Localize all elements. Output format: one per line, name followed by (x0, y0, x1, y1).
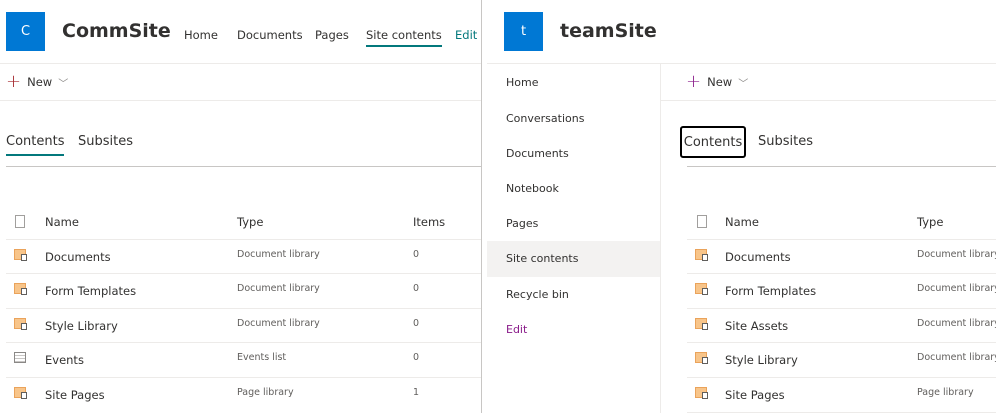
row-divider (6, 377, 481, 378)
row-name[interactable]: Documents (725, 250, 791, 264)
row-items: 0 (413, 352, 420, 363)
row-name[interactable]: Form Templates (45, 284, 136, 298)
calendar-list-icon (14, 352, 26, 363)
library-icon (14, 249, 27, 261)
library-icon (14, 283, 27, 295)
column-items[interactable]: Items (413, 215, 445, 229)
row-type: Document library (237, 283, 320, 294)
nav-edit[interactable]: Edit (455, 28, 477, 42)
nav-documents[interactable]: Documents (237, 28, 303, 42)
row-name[interactable]: Site Assets (725, 319, 788, 333)
tab-subsites[interactable]: Subsites (758, 134, 813, 149)
library-icon (14, 318, 27, 330)
row-type: Events list (237, 352, 287, 363)
divider (0, 100, 481, 101)
row-divider (687, 273, 996, 274)
tab-subsites[interactable]: Subsites (78, 134, 133, 149)
column-name[interactable]: Name (45, 215, 79, 229)
row-divider (6, 273, 481, 274)
column-type[interactable]: Type (237, 215, 263, 229)
new-button[interactable]: + New ﹀ (6, 73, 68, 91)
divider (6, 166, 481, 167)
chevron-down-icon: ﹀ (738, 78, 749, 90)
library-icon (14, 387, 27, 399)
new-button[interactable]: + New ﹀ (686, 73, 748, 91)
sidebar-item-pages[interactable]: Pages (506, 217, 538, 230)
row-type: Document library (917, 283, 996, 294)
logo-letter: t (520, 24, 527, 39)
sidebar-item-documents[interactable]: Documents (506, 147, 569, 160)
column-name[interactable]: Name (725, 215, 759, 229)
tab-contents[interactable]: Contents (6, 134, 65, 156)
row-name[interactable]: Events (45, 353, 84, 367)
row-type: Document library (237, 318, 320, 329)
divider (487, 63, 996, 64)
row-items: 0 (413, 318, 420, 329)
library-icon (695, 352, 708, 364)
row-type: Document library (917, 352, 996, 363)
row-divider (687, 308, 996, 309)
nav-pages[interactable]: Pages (315, 28, 349, 42)
panel-divider (481, 0, 482, 413)
column-type[interactable]: Type (917, 215, 943, 229)
chevron-down-icon: ﹀ (58, 78, 69, 90)
row-type: Page library (917, 387, 974, 398)
plus-icon: + (686, 71, 702, 92)
sidebar-item-conversations[interactable]: Conversations (506, 112, 584, 125)
library-icon (695, 387, 708, 399)
row-items: 0 (413, 283, 420, 294)
new-label: New (707, 75, 733, 89)
tab-contents[interactable]: Contents (680, 126, 746, 158)
sidebar-border (660, 64, 661, 413)
site-logo[interactable]: C (6, 12, 45, 51)
library-icon (695, 283, 708, 295)
sidebar-item-recycle-bin[interactable]: Recycle bin (506, 288, 569, 301)
nav-site-contents[interactable]: Site contents (366, 28, 442, 47)
row-divider (6, 308, 481, 309)
library-icon (695, 318, 708, 330)
row-name[interactable]: Style Library (45, 319, 118, 333)
row-name[interactable]: Site Pages (725, 388, 785, 402)
row-name[interactable]: Style Library (725, 353, 798, 367)
new-label: New (27, 75, 53, 89)
plus-icon: + (6, 71, 22, 92)
sidebar-item-home[interactable]: Home (506, 76, 538, 89)
sidebar-item-edit[interactable]: Edit (506, 323, 527, 336)
site-title[interactable]: teamSite (560, 20, 657, 42)
site-logo[interactable]: t (504, 12, 543, 51)
divider (687, 166, 996, 167)
sidebar-item-site-contents[interactable]: Site contents (506, 252, 578, 265)
logo-letter: C (20, 24, 31, 39)
row-type: Document library (917, 249, 996, 260)
row-divider (687, 239, 996, 240)
divider (661, 100, 996, 101)
row-divider (687, 342, 996, 343)
row-items: 1 (413, 387, 420, 398)
row-items: 0 (413, 249, 420, 260)
row-divider (687, 377, 996, 378)
row-type: Document library (917, 318, 996, 329)
site-title[interactable]: CommSite (62, 20, 171, 42)
library-icon (695, 249, 708, 261)
row-type: Document library (237, 249, 320, 260)
row-name[interactable]: Site Pages (45, 388, 105, 402)
row-divider (6, 239, 481, 240)
row-type: Page library (237, 387, 294, 398)
sidebar-item-notebook[interactable]: Notebook (506, 182, 559, 195)
file-type-icon (15, 215, 25, 228)
file-type-icon (697, 215, 707, 228)
divider (0, 63, 481, 64)
nav-home[interactable]: Home (184, 28, 218, 42)
row-name[interactable]: Documents (45, 250, 111, 264)
row-divider (6, 342, 481, 343)
row-name[interactable]: Form Templates (725, 284, 816, 298)
